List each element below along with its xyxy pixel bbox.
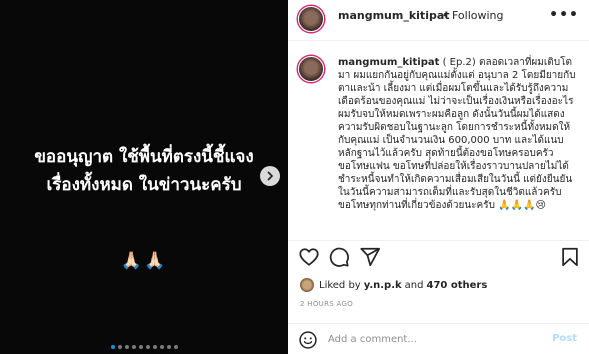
likes-and: and — [404, 279, 424, 291]
liker-avatar[interactable] — [300, 278, 314, 292]
post-caption: mangmum_kitipat ( Ep.2) ตลอดเวลาที่ผมเติ… — [288, 41, 589, 231]
carousel-dot — [173, 345, 178, 349]
chevron-right-icon — [267, 171, 273, 181]
caption-username[interactable]: mangmum_kitipat — [338, 57, 439, 68]
likes-prefix: Liked by — [319, 279, 361, 291]
carousel-dot — [117, 345, 122, 349]
post-timestamp[interactable]: 2 HOURS AGO — [300, 300, 353, 308]
media-emoji: 🙏🏻🙏🏻 — [120, 251, 168, 271]
action-bar — [288, 240, 589, 270]
carousel-dot — [166, 345, 171, 349]
carousel-indicator — [0, 345, 288, 349]
following-button[interactable]: Following — [452, 9, 504, 22]
carousel-dot — [152, 345, 157, 349]
likes-others[interactable]: 470 others — [427, 280, 488, 291]
caption-text: mangmum_kitipat ( Ep.2) ตลอดเวลาที่ผมเติ… — [338, 56, 578, 212]
carousel-dot — [131, 345, 136, 349]
carousel-dot — [124, 345, 129, 349]
liker-username[interactable]: y.n.p.k — [364, 280, 402, 291]
media-text-line-2: เรื่องทั้งหมด ในข่าวนะครับ — [46, 175, 242, 195]
carousel-dot — [145, 345, 150, 349]
post-side-panel: mangmum_kitipat • Following ••• mangmum_… — [288, 0, 589, 354]
caption-body: ( Ep.2) ตลอดเวลาที่ผมเติบโตมา ผมแยกกันอย… — [338, 57, 576, 211]
bookmark-icon[interactable] — [559, 246, 581, 268]
heart-icon[interactable] — [298, 246, 320, 268]
emoji-icon[interactable] — [298, 330, 318, 350]
carousel-dot — [110, 345, 115, 349]
comment-icon[interactable] — [328, 246, 350, 268]
carousel-dot — [138, 345, 143, 349]
post-header: mangmum_kitipat • Following ••• — [288, 0, 589, 41]
comment-input[interactable] — [328, 329, 528, 349]
carousel-next-button[interactable] — [260, 166, 280, 186]
post-comment-button[interactable]: Post — [552, 333, 577, 344]
caption-avatar[interactable] — [298, 56, 324, 82]
carousel-dot — [159, 345, 164, 349]
media-text-line-1: ขออนุญาต ใช้พื้นที่ตรงนี้ชี้แจง — [34, 147, 254, 167]
author-username[interactable]: mangmum_kitipat — [338, 9, 450, 22]
comment-bar: Post — [288, 323, 589, 354]
likes-summary: Liked by y.n.p.k and 470 others — [300, 276, 487, 294]
post-media[interactable]: ขออนุญาต ใช้พื้นที่ตรงนี้ชี้แจง เรื่องทั… — [0, 0, 288, 354]
more-options-button[interactable]: ••• — [549, 7, 579, 23]
header-separator: • — [442, 9, 449, 22]
share-icon[interactable] — [359, 246, 381, 268]
avatar[interactable] — [298, 6, 324, 32]
